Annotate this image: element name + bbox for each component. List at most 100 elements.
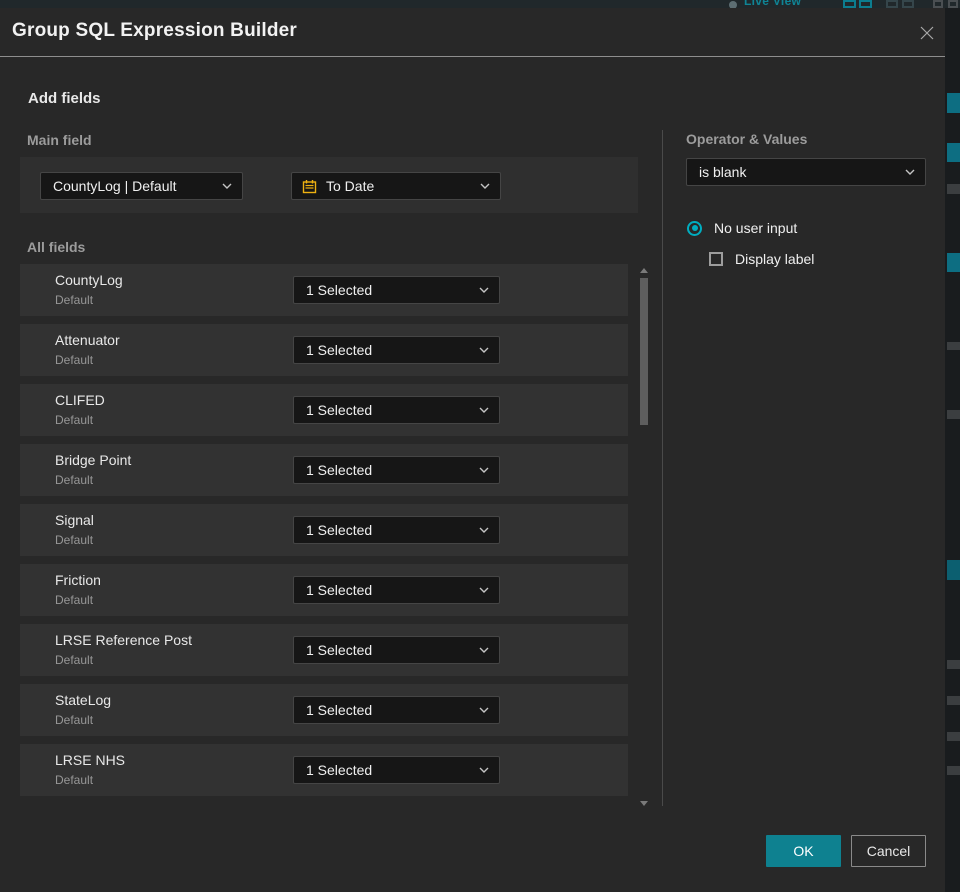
background-panel-fragment [947, 253, 960, 272]
background-toolbar-icon [933, 0, 943, 8]
scrollbar-up-arrow-icon[interactable] [640, 266, 648, 274]
close-icon[interactable] [916, 22, 938, 44]
background-panel-fragment [947, 410, 960, 419]
field-selected-value: 1 Selected [306, 762, 373, 778]
operator-dropdown-value: is blank [699, 164, 747, 180]
background-panel-fragment [947, 732, 960, 741]
chevron-down-icon [905, 169, 925, 175]
field-sublabel: Default [55, 593, 94, 607]
main-field-dropdown[interactable]: CountyLog | Default [40, 172, 243, 200]
field-row: Signal Default 1 Selected [20, 504, 628, 556]
field-selected-dropdown[interactable]: 1 Selected [293, 636, 500, 664]
field-sublabel: Default [55, 653, 94, 667]
chevron-down-icon [222, 183, 242, 189]
field-selected-value: 1 Selected [306, 642, 373, 658]
field-name: Friction [55, 572, 101, 588]
chevron-down-icon [480, 183, 500, 189]
field-name: LRSE NHS [55, 752, 126, 768]
add-fields-heading: Add fields [28, 90, 101, 107]
field-selected-dropdown[interactable]: 1 Selected [293, 336, 500, 364]
chevron-down-icon [479, 467, 499, 473]
chevron-down-icon [479, 527, 499, 533]
field-row: Friction Default 1 Selected [20, 564, 628, 616]
chevron-down-icon [479, 647, 499, 653]
field-sublabel: Default [55, 773, 94, 787]
field-sublabel: Default [55, 473, 94, 487]
field-name: CountyLog [55, 272, 123, 288]
field-type-dropdown[interactable]: To Date [291, 172, 501, 200]
background-panel-fragment [947, 696, 960, 705]
background-toolbar-icon [886, 0, 898, 8]
scrollbar-down-arrow-icon[interactable] [640, 800, 648, 808]
field-row: Bridge Point Default 1 Selected [20, 444, 628, 496]
field-row: StateLog Default 1 Selected [20, 684, 628, 736]
field-selected-value: 1 Selected [306, 342, 373, 358]
field-row: LRSE NHS Default 1 Selected [20, 744, 628, 796]
group-sql-expression-builder-dialog: Group SQL Expression Builder Add fields … [0, 8, 945, 892]
field-selected-dropdown[interactable]: 1 Selected [293, 576, 500, 604]
field-sublabel: Default [55, 413, 94, 427]
panel-divider [662, 130, 663, 806]
field-sublabel: Default [55, 533, 94, 547]
main-field-container: CountyLog | Default To Date [20, 157, 638, 213]
chevron-down-icon [479, 587, 499, 593]
operator-values-label: Operator & Values [686, 131, 808, 147]
chevron-down-icon [479, 707, 499, 713]
display-label-checkbox[interactable] [709, 252, 723, 266]
field-row: LRSE Reference Post Default 1 Selected [20, 624, 628, 676]
background-toolbar-icon [948, 0, 958, 8]
no-user-input-label: No user input [714, 220, 798, 236]
field-selected-value: 1 Selected [306, 702, 373, 718]
field-selected-dropdown[interactable]: 1 Selected [293, 756, 500, 784]
field-selected-dropdown[interactable]: 1 Selected [293, 696, 500, 724]
dialog-title: Group SQL Expression Builder [12, 20, 298, 41]
field-name: StateLog [55, 692, 112, 708]
field-selected-value: 1 Selected [306, 462, 373, 478]
no-user-input-radio[interactable] [687, 220, 702, 236]
field-type-dropdown-value: To Date [326, 178, 375, 194]
background-toolbar-icon [859, 0, 872, 8]
field-name: Bridge Point [55, 452, 132, 468]
live-view-status-dot [729, 1, 737, 8]
no-user-input-option[interactable]: No user input [687, 220, 797, 236]
background-panel-fragment [947, 766, 960, 775]
display-label-option[interactable]: Display label [709, 251, 814, 267]
background-panel-fragment [947, 184, 960, 194]
field-selected-value: 1 Selected [306, 402, 373, 418]
field-row: CountyLog Default 1 Selected [20, 264, 628, 316]
background-toolbar-icon [843, 0, 856, 8]
fields-list-scrollbar[interactable] [639, 266, 649, 808]
field-name: CLIFED [55, 392, 105, 408]
main-field-label: Main field [27, 132, 92, 148]
chevron-down-icon [479, 347, 499, 353]
field-sublabel: Default [55, 713, 94, 727]
chevron-down-icon [479, 767, 499, 773]
field-selected-dropdown[interactable]: 1 Selected [293, 396, 500, 424]
field-selected-dropdown[interactable]: 1 Selected [293, 456, 500, 484]
background-panel-fragment [947, 342, 960, 350]
field-selected-dropdown[interactable]: 1 Selected [293, 516, 500, 544]
field-selected-dropdown[interactable]: 1 Selected [293, 276, 500, 304]
field-name: Attenuator [55, 332, 120, 348]
background-app-toolbar: Live View [0, 0, 960, 8]
main-field-dropdown-value: CountyLog | Default [53, 178, 177, 194]
background-panel-fragment [947, 660, 960, 669]
chevron-down-icon [479, 287, 499, 293]
background-panel-fragment [947, 560, 960, 580]
operator-dropdown[interactable]: is blank [686, 158, 926, 186]
cancel-button[interactable]: Cancel [851, 835, 926, 867]
background-panel-fragment [947, 93, 960, 113]
chevron-down-icon [479, 407, 499, 413]
display-label-text: Display label [735, 251, 815, 267]
field-sublabel: Default [55, 353, 94, 367]
field-selected-value: 1 Selected [306, 282, 373, 298]
field-sublabel: Default [55, 293, 94, 307]
background-toolbar-icon [902, 0, 914, 8]
field-row: Attenuator Default 1 Selected [20, 324, 628, 376]
screen: Live View Group SQL Expression Builder A… [0, 0, 960, 892]
scrollbar-thumb[interactable] [640, 278, 648, 425]
ok-button[interactable]: OK [766, 835, 841, 867]
dialog-titlebar: Group SQL Expression Builder [0, 8, 945, 57]
field-name: Signal [55, 512, 94, 528]
field-selected-value: 1 Selected [306, 582, 373, 598]
